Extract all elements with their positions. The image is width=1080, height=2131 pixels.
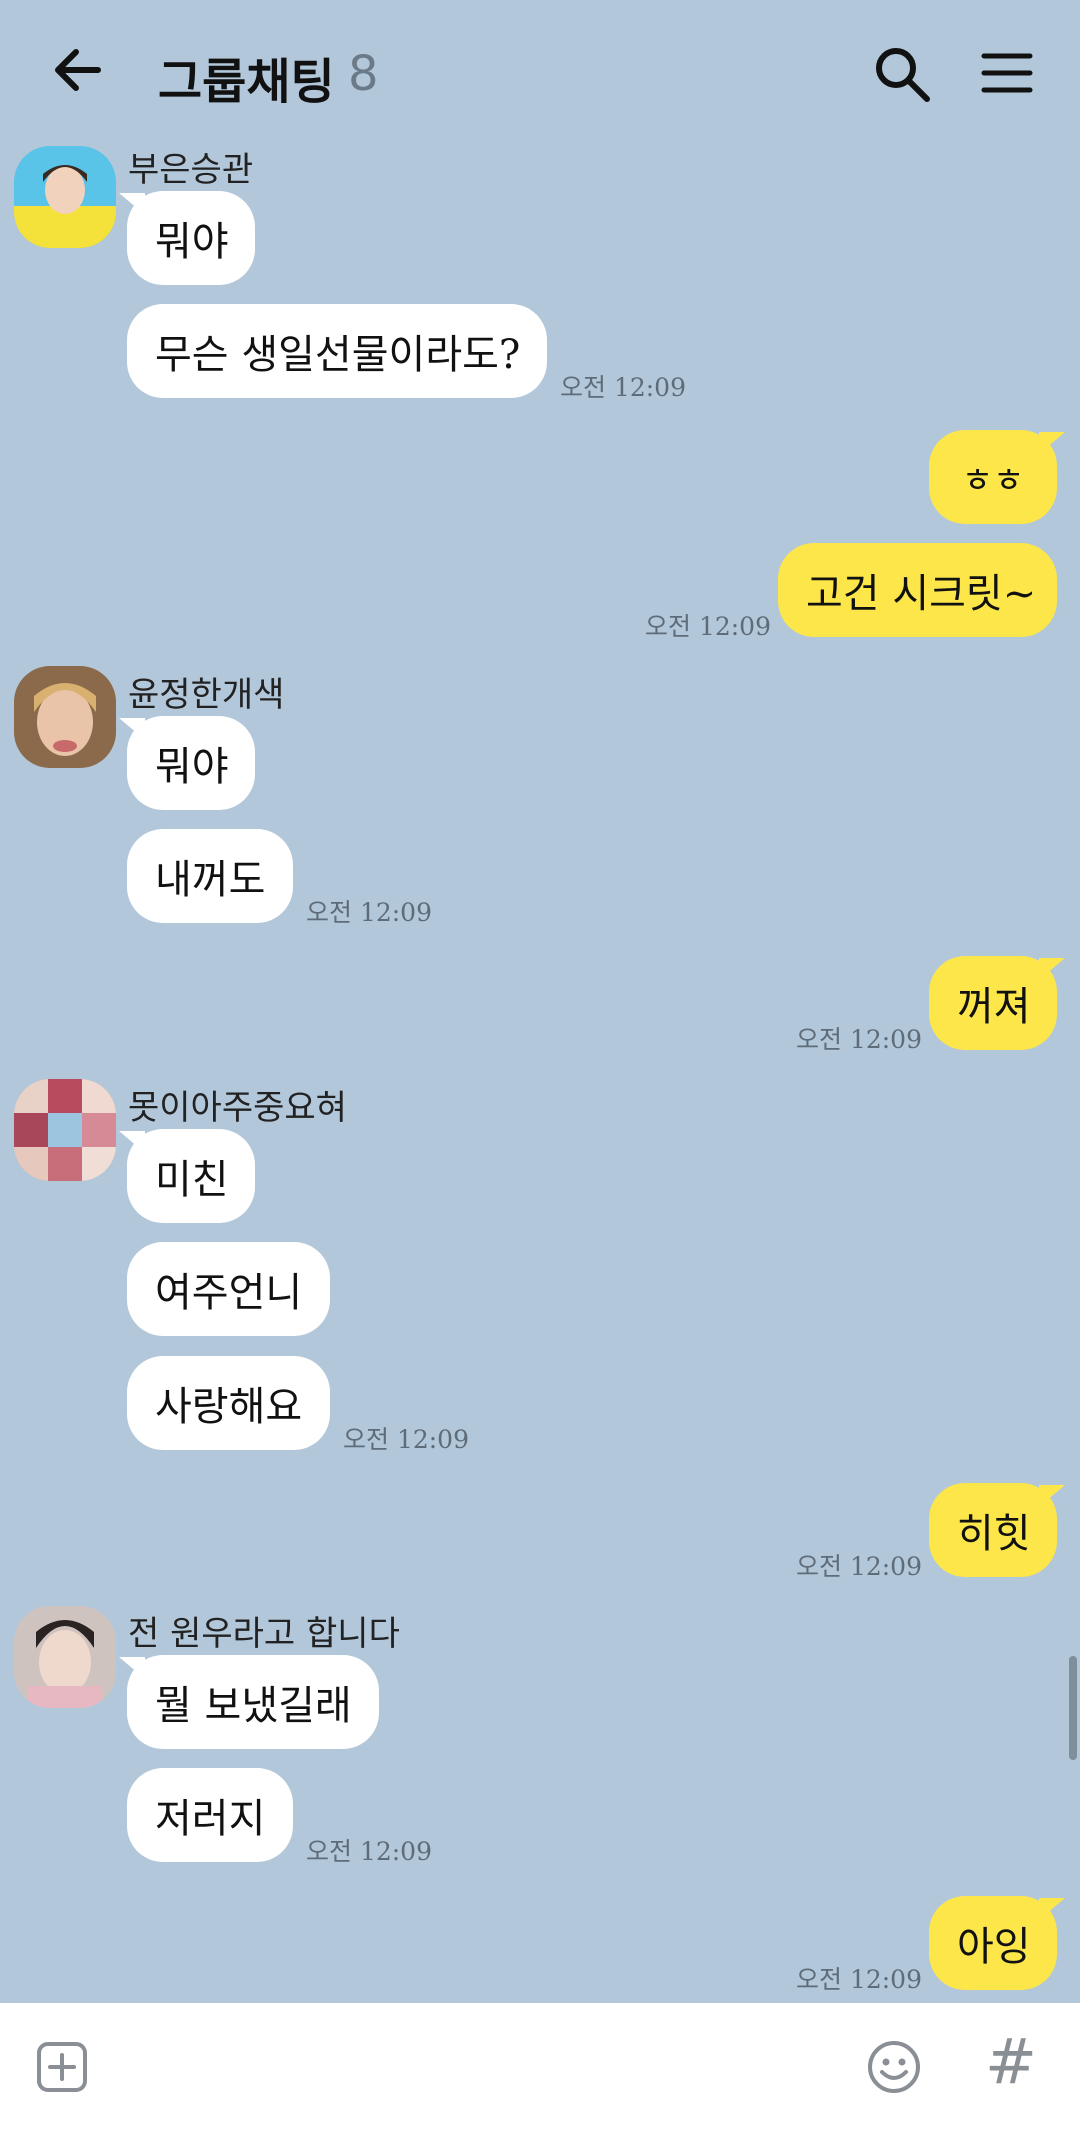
hashtag-search-button[interactable]: #	[985, 2025, 1037, 2098]
message-bubble[interactable]: 무슨 생일선물이라도?	[127, 304, 547, 398]
message-bubble-mine[interactable]: ㅎㅎ	[929, 430, 1065, 524]
hamburger-menu-icon[interactable]	[980, 50, 1034, 96]
message-bubble[interactable]: 사랑해요	[127, 1356, 330, 1450]
message-bubble[interactable]: 내꺼도	[127, 829, 293, 923]
message-bubble-mine[interactable]: 꺼져	[929, 956, 1065, 1050]
chat-title: 그룹채팅	[158, 54, 335, 110]
member-count: 8	[348, 46, 379, 102]
message-bubble[interactable]: 뭐야	[119, 716, 255, 810]
message-time: 오전 12:09	[796, 1965, 922, 1994]
message-bubble-mine[interactable]: 고건 시크릿~	[778, 543, 1057, 637]
scrollbar-thumb[interactable]	[1069, 1656, 1077, 1760]
message-bubble[interactable]: 여주언니	[127, 1242, 330, 1336]
message-bubble[interactable]: 미친	[119, 1129, 255, 1223]
emoji-icon[interactable]	[866, 2039, 922, 2095]
search-icon[interactable]	[872, 44, 932, 104]
message-bubble-mine[interactable]: 아잉	[929, 1896, 1065, 1990]
avatar-seungkwan[interactable]	[14, 146, 116, 248]
sender-name: 부은승관	[128, 150, 254, 190]
message-time: 오전 12:09	[796, 1552, 922, 1581]
input-bar: #	[0, 2003, 1080, 2131]
message-bubble[interactable]: 뭐야	[119, 191, 255, 285]
message-time: 오전 12:09	[306, 898, 432, 927]
message-time: 오전 12:09	[796, 1025, 922, 1054]
sender-name: 못이아주중요혀	[128, 1088, 347, 1128]
add-attachment-icon[interactable]	[36, 2041, 88, 2093]
sender-name: 윤정한개색	[128, 675, 285, 715]
avatar-collage[interactable]	[14, 1079, 116, 1181]
message-bubble[interactable]: 뭘 보냈길래	[119, 1655, 379, 1749]
message-time: 오전 12:09	[343, 1425, 469, 1454]
message-time: 오전 12:09	[306, 1837, 432, 1866]
sender-name: 전 원우라고 합니다	[128, 1614, 400, 1654]
avatar-wonwoo[interactable]	[14, 1606, 116, 1708]
avatar-jeonghan[interactable]	[14, 666, 116, 768]
message-bubble[interactable]: 저러지	[127, 1768, 293, 1862]
message-time: 오전 12:09	[560, 373, 686, 402]
message-bubble-mine[interactable]: 히힛	[929, 1483, 1065, 1577]
message-time: 오전 12:09	[645, 612, 771, 641]
chat-header: 그룹채팅 8	[0, 0, 1080, 140]
back-arrow-icon[interactable]	[48, 40, 104, 100]
